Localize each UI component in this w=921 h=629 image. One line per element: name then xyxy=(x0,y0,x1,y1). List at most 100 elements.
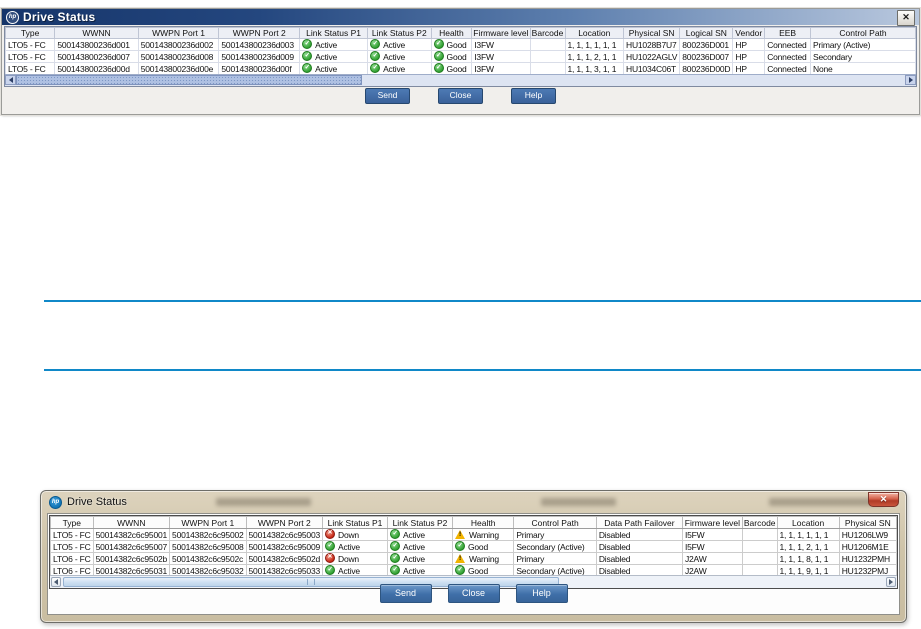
scroll-left-icon[interactable] xyxy=(5,75,16,85)
cell: 50014382c6c95002 xyxy=(170,529,246,541)
cell: Active xyxy=(368,51,431,63)
status-text: Active xyxy=(403,554,425,564)
scrollbar-thumb[interactable] xyxy=(16,75,362,85)
cell: Secondary xyxy=(811,51,916,63)
cell: HP xyxy=(733,51,765,63)
cell: Connected xyxy=(765,39,811,51)
column-header[interactable]: Barcode xyxy=(530,28,565,39)
column-header[interactable]: Vendor xyxy=(733,28,765,39)
dialog-buttons: Send Close Help xyxy=(2,88,919,104)
cell: 50014382c6c9502b xyxy=(93,553,169,565)
cell: Active xyxy=(300,63,368,75)
drive-row[interactable]: LTO5 - FC50014382c6c9500150014382c6c9500… xyxy=(51,529,897,541)
send-button[interactable]: Send xyxy=(365,88,410,104)
column-header[interactable]: Physical SN xyxy=(624,28,680,39)
send-button[interactable]: Send xyxy=(380,584,432,603)
drive-row[interactable]: LTO5 - FC50014382c6c9500750014382c6c9500… xyxy=(51,541,897,553)
cell: 50014382c6c95001 xyxy=(93,529,169,541)
status-ok-icon xyxy=(390,553,400,563)
column-header[interactable]: Firmware level xyxy=(472,28,530,39)
close-icon[interactable]: ✕ xyxy=(897,10,915,26)
cell: Good xyxy=(431,63,472,75)
help-button[interactable]: Help xyxy=(511,88,556,104)
status-ok-icon xyxy=(434,51,444,61)
cell: Active xyxy=(368,63,431,75)
column-header[interactable]: Logical SN xyxy=(680,28,733,39)
cell: HU1206M1E xyxy=(839,541,896,553)
cell: HP xyxy=(733,39,765,51)
status-text: Active xyxy=(403,530,425,540)
cell: Active xyxy=(300,51,368,63)
column-header[interactable]: Link Status P2 xyxy=(388,517,453,529)
column-header[interactable]: Link Status P1 xyxy=(300,28,368,39)
title-bar[interactable]: hp Drive Status ✕ xyxy=(2,9,919,25)
cell: LTO5 - FC xyxy=(6,63,55,75)
column-header[interactable]: WWNN xyxy=(55,28,138,39)
column-header[interactable]: Link Status P1 xyxy=(323,517,388,529)
close-button[interactable]: Close xyxy=(448,584,500,603)
titlebar-glass-artifact xyxy=(541,498,616,506)
column-header[interactable]: Barcode xyxy=(742,517,777,529)
column-header[interactable]: Physical SN xyxy=(839,517,896,529)
status-text: Good xyxy=(447,40,467,50)
column-header[interactable]: WWPN Port 2 xyxy=(246,517,322,529)
cell: Good xyxy=(431,39,472,51)
dialog-client-area: TypeWWNNWWPN Port 1WWPN Port 2Link Statu… xyxy=(47,513,900,615)
status-ok-icon xyxy=(390,529,400,539)
column-header[interactable]: Control Path xyxy=(514,517,597,529)
cell: 500143800236d00f xyxy=(219,63,300,75)
status-ok-icon xyxy=(302,39,312,49)
column-header[interactable]: Link Status P2 xyxy=(368,28,431,39)
column-header[interactable]: Type xyxy=(51,517,94,529)
drive-row[interactable]: LTO5 - FC500143800236d007500143800236d00… xyxy=(6,51,916,63)
help-button[interactable]: Help xyxy=(516,584,568,603)
horizontal-scrollbar[interactable] xyxy=(5,74,916,86)
horizontal-rule xyxy=(44,369,921,371)
status-ok-icon xyxy=(325,541,335,551)
drive-table-viewport: TypeWWNNWWPN Port 1WWPN Port 2Link Statu… xyxy=(49,515,898,589)
column-header[interactable]: Data Path Failover xyxy=(596,517,682,529)
cell: Good xyxy=(431,51,472,63)
cell: 500143800236d00d xyxy=(55,63,138,75)
column-header[interactable]: Location xyxy=(565,28,624,39)
close-button[interactable]: Close xyxy=(438,88,483,104)
cell: Connected xyxy=(765,51,811,63)
drive-row[interactable]: LTO5 - FC500143800236d001500143800236d00… xyxy=(6,39,916,51)
column-header[interactable]: WWNN xyxy=(93,517,169,529)
titlebar-glass-artifact xyxy=(769,498,884,506)
cell: Primary xyxy=(514,553,597,565)
cell: I3FW xyxy=(472,63,530,75)
cell: 800236D007 xyxy=(680,51,733,63)
column-header[interactable]: WWPN Port 1 xyxy=(170,517,246,529)
titlebar-glass-artifact xyxy=(216,498,311,506)
column-header[interactable]: Type xyxy=(6,28,55,39)
column-header[interactable]: Health xyxy=(452,517,513,529)
column-header[interactable]: Health xyxy=(431,28,472,39)
cell: 50014382c6c95007 xyxy=(93,541,169,553)
column-header[interactable]: EEB xyxy=(765,28,811,39)
cell: Disabled xyxy=(596,541,682,553)
scroll-right-icon[interactable] xyxy=(905,75,916,85)
column-header[interactable]: WWPN Port 2 xyxy=(219,28,300,39)
cell: LTO6 - FC xyxy=(51,553,94,565)
status-text: Active xyxy=(338,542,360,552)
cell: I5FW xyxy=(682,529,742,541)
cell: Down xyxy=(323,529,388,541)
status-text: Active xyxy=(315,52,337,62)
cell: HU1028B7U7 xyxy=(624,39,680,51)
cell: LTO5 - FC xyxy=(51,541,94,553)
window-title: Drive Status xyxy=(23,10,95,24)
column-header[interactable]: WWPN Port 1 xyxy=(138,28,219,39)
cell: Primary (Active) xyxy=(811,39,916,51)
cell: LTO5 - FC xyxy=(6,39,55,51)
column-header[interactable]: Location xyxy=(777,517,839,529)
drive-row[interactable]: LTO5 - FC500143800236d00d 500143800236d00… xyxy=(6,63,916,75)
cell: 50014382c6c9502c xyxy=(170,553,246,565)
drive-row[interactable]: LTO6 - FC50014382c6c9502b50014382c6c9502… xyxy=(51,553,897,565)
cell: Active xyxy=(388,529,453,541)
title-bar[interactable]: hp Drive Status ✕ xyxy=(41,491,906,513)
column-header[interactable]: Control Path xyxy=(811,28,916,39)
close-icon[interactable]: ✕ xyxy=(868,492,899,507)
column-header[interactable]: Firmware level xyxy=(682,517,742,529)
status-ok-icon xyxy=(434,39,444,49)
